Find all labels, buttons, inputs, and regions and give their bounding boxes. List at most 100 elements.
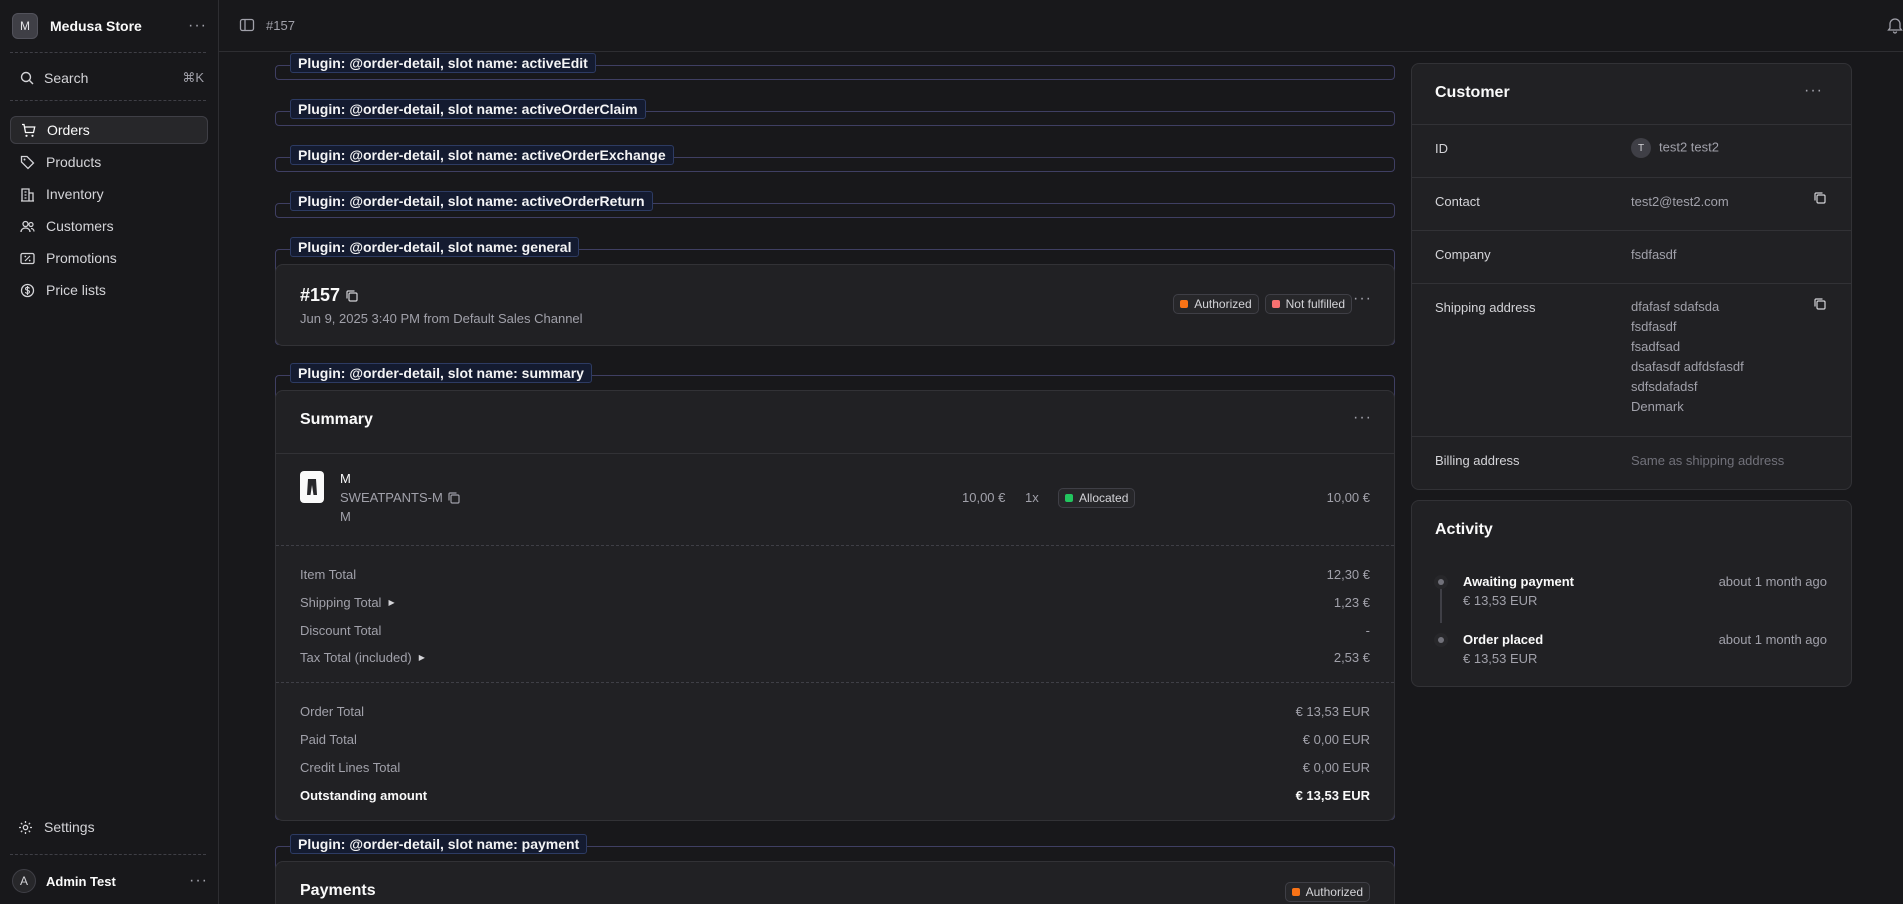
timeline-connector [1440, 583, 1442, 623]
sidebar: M Medusa Store ··· Search ⌘K Orders Prod… [0, 0, 219, 904]
billing-address-value: Same as shipping address [1631, 453, 1785, 468]
credit-lines-row: Credit Lines Total € 0,00 EUR [300, 760, 1370, 775]
summary-card: Summary ··· M SWEATPANTS-M M 10,00 € 1x … [275, 390, 1395, 821]
shipping-total-toggle[interactable]: Shipping Total ▶ [300, 595, 395, 610]
tag-icon [19, 154, 35, 170]
activity-event-title: Awaiting payment [1463, 574, 1575, 589]
outstanding-value: € 13,53 EUR [1295, 788, 1370, 803]
currency-icon [19, 282, 35, 298]
copy-icon[interactable] [1813, 191, 1827, 205]
line-item-variant: M [340, 509, 351, 524]
shipping-address-label: Shipping address [1435, 300, 1536, 315]
sidebar-item-inventory[interactable]: Inventory [10, 180, 208, 208]
order-subtitle: Jun 9, 2025 3:40 PM from Default Sales C… [300, 311, 583, 326]
gear-icon [18, 820, 33, 835]
customer-card: Customer ··· ID Ttest2 test2 Contact tes… [1411, 63, 1852, 490]
user-menu[interactable]: A Admin Test ··· [12, 869, 208, 893]
plugin-slot-label: Plugin: @order-detail, slot name: active… [290, 145, 674, 165]
sidebar-item-promotions[interactable]: Promotions [10, 244, 208, 272]
user-menu-icon[interactable]: ··· [189, 873, 208, 889]
plugin-slot-label: Plugin: @order-detail, slot name: paymen… [290, 834, 588, 854]
sidebar-item-label: Price lists [46, 282, 106, 298]
item-total-row: Item Total 12,30 € [300, 567, 1370, 582]
sidebar-item-label: Products [46, 154, 102, 170]
item-total-label: Item Total [300, 567, 357, 582]
plugin-slot-label: Plugin: @order-detail, slot name: active… [290, 191, 653, 211]
search-icon [20, 71, 34, 85]
copy-icon[interactable] [1813, 297, 1827, 311]
allocation-status: Allocated [1079, 491, 1129, 505]
search-button[interactable]: Search ⌘K [10, 67, 206, 89]
sidebar-item-products[interactable]: Products [10, 148, 208, 176]
address-line: Denmark [1631, 399, 1684, 414]
order-actions-icon[interactable]: ··· [1353, 290, 1372, 308]
sidebar-item-label: Customers [46, 218, 114, 234]
sidebar-item-label: Orders [47, 122, 90, 138]
receipt-percent-icon [19, 250, 35, 266]
status-badge: Not fulfilled [1264, 294, 1352, 314]
payment-status: Authorized [1305, 885, 1363, 899]
shopping-cart-icon [20, 122, 36, 138]
customer-id-label: ID [1435, 141, 1448, 156]
discount-total-row: Discount Total - [300, 623, 1370, 638]
divider [276, 682, 1394, 683]
payments-title: Payments [300, 882, 376, 899]
line-item-sku-text: SWEATPANTS-M [340, 490, 443, 505]
plugin-slot-label: Plugin: @order-detail, slot name: active… [290, 99, 646, 119]
plugin-slot-label: Plugin: @order-detail, slot name: summar… [290, 363, 592, 383]
activity-event-amount: € 13,53 EUR [1463, 651, 1538, 666]
settings-label: Settings [44, 819, 95, 835]
activity-title: Activity [1435, 521, 1493, 538]
user-name: Admin Test [46, 873, 116, 889]
store-name: Medusa Store [50, 18, 142, 34]
sweatpants-icon [307, 479, 317, 495]
status-badge: Authorized [1284, 882, 1370, 902]
sidebar-divider [10, 52, 206, 53]
order-id: #157 [300, 285, 359, 306]
caret-right-icon: ▶ [418, 653, 425, 662]
company-value: fsdfasdf [1631, 247, 1677, 262]
sidebar-item-price-lists[interactable]: Price lists [10, 276, 208, 304]
tax-total-label: Tax Total (included) [300, 650, 412, 665]
address-line: dfafasf sdafsda [1631, 299, 1720, 314]
avatar: T [1631, 138, 1651, 158]
copy-icon[interactable] [447, 491, 461, 505]
customer-actions-icon[interactable]: ··· [1804, 82, 1823, 100]
outstanding-row: Outstanding amount € 13,53 EUR [300, 788, 1370, 803]
status-dot [1065, 494, 1073, 502]
activity-event-title: Order placed [1463, 632, 1544, 647]
customer-title: Customer [1435, 84, 1510, 101]
avatar: A [12, 869, 36, 893]
store-switcher[interactable]: M Medusa Store ··· [12, 13, 207, 39]
search-label: Search [44, 70, 89, 86]
sidebar-item-settings[interactable]: Settings [10, 814, 206, 840]
line-item-unit-price: 10,00 € [962, 490, 1006, 505]
tax-total-toggle[interactable]: Tax Total (included) ▶ [300, 650, 425, 665]
address-line: fsadfsad [1631, 339, 1681, 354]
sidebar-toggle-icon[interactable] [239, 17, 255, 36]
copy-icon[interactable] [345, 289, 359, 303]
customer-id-link[interactable]: Ttest2 test2 [1631, 138, 1719, 158]
divider [1412, 283, 1851, 284]
status-dot [1271, 300, 1280, 308]
contact-label: Contact [1435, 194, 1480, 209]
status-dot [1180, 300, 1189, 308]
contact-email[interactable]: test2@test2.com [1631, 194, 1729, 209]
status-badge: Authorized [1173, 294, 1259, 314]
tax-total-row: Tax Total (included) ▶ 2,53 € [300, 650, 1370, 665]
main-nav: Orders Products Inventory Customers Prom… [10, 116, 208, 308]
plugin-slot-label: Plugin: @order-detail, slot name: active… [290, 53, 596, 73]
order-total-row: Order Total € 13,53 EUR [300, 704, 1370, 719]
divider [1412, 436, 1851, 437]
sidebar-item-customers[interactable]: Customers [10, 212, 208, 240]
breadcrumb[interactable]: #157 [266, 18, 295, 33]
paid-total-label: Paid Total [300, 732, 357, 747]
sidebar-item-orders[interactable]: Orders [10, 116, 208, 144]
tax-total-value: 2,53 € [1333, 650, 1370, 665]
bell-icon[interactable] [1887, 16, 1903, 37]
store-menu-icon[interactable]: ··· [188, 18, 207, 34]
summary-actions-icon[interactable]: ··· [1353, 409, 1372, 427]
divider [1412, 124, 1851, 125]
divider [1412, 230, 1851, 231]
credit-lines-value: € 0,00 EUR [1302, 760, 1370, 775]
